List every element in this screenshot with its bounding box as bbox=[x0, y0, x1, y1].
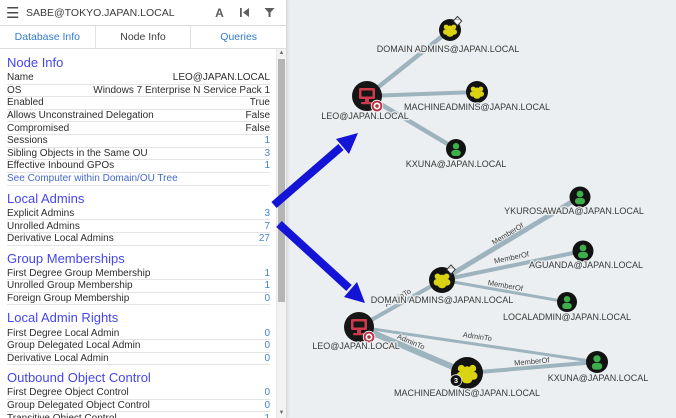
node-computer-leo-bottom[interactable] bbox=[344, 312, 375, 343]
section-group-memberships: Group Memberships First Degree Group Mem… bbox=[7, 251, 270, 306]
tab-queries[interactable]: Queries bbox=[191, 26, 286, 48]
info-row: Group Delegated Object Control0 bbox=[7, 400, 270, 413]
info-row: Unrolled Admins7 bbox=[7, 220, 270, 233]
info-row: First Degree Object Control0 bbox=[7, 387, 270, 400]
info-row: Derivative Local Admin0 bbox=[7, 353, 270, 366]
node-group-domain-admins-top[interactable] bbox=[439, 17, 462, 42]
node-group-domain-admins-bottom[interactable] bbox=[429, 265, 455, 293]
search-bar: ☰ A bbox=[0, 0, 286, 26]
node-user-kxuna-bottom[interactable] bbox=[586, 351, 608, 373]
node-label-leo-bottom: LEO@JAPAN.LOCAL bbox=[312, 341, 400, 351]
node-label-localadmin: LOCALADMIN@JAPAN.LOCAL bbox=[503, 312, 631, 322]
section-title: Outbound Object Control bbox=[7, 370, 270, 385]
svg-text:3: 3 bbox=[454, 376, 458, 385]
info-row: OSWindows 7 Enterprise N Service Pack 1 bbox=[7, 85, 270, 98]
scrollbar-thumb[interactable] bbox=[278, 59, 285, 302]
info-row: Sessions1 bbox=[7, 135, 270, 148]
section-node-info: Node Info NameLEO@JAPAN.LOCAL OSWindows … bbox=[7, 55, 270, 186]
search-input[interactable] bbox=[26, 7, 213, 19]
node-label-domain-admins-top: DOMAIN ADMINS@JAPAN.LOCAL bbox=[377, 44, 520, 54]
info-row: Allows Unconstrained DelegationFalse bbox=[7, 110, 270, 123]
filter-icon[interactable] bbox=[263, 6, 276, 19]
node-label-ykurosawada: YKUROSAWADA@JAPAN.LOCAL bbox=[504, 206, 644, 216]
info-row: Transitive Object Control1 bbox=[7, 412, 270, 418]
info-row: Unrolled Group Membership1 bbox=[7, 280, 270, 293]
info-row: Foreign Group Membership0 bbox=[7, 293, 270, 306]
tab-bar: Database Info Node Info Queries bbox=[0, 26, 286, 49]
info-row: Derivative Local Admins27 bbox=[7, 233, 270, 246]
tab-database-info[interactable]: Database Info bbox=[0, 26, 96, 48]
edge-leo-machineadmins-top[interactable] bbox=[367, 92, 477, 96]
panel-scrollbar[interactable]: ▲ ▼ bbox=[276, 49, 286, 418]
node-user-aguanda[interactable] bbox=[573, 241, 594, 262]
scroll-down-arrow[interactable]: ▼ bbox=[277, 409, 286, 418]
pathfinding-icon[interactable]: A bbox=[213, 6, 226, 19]
info-row: Sibling Objects in the Same OU3 bbox=[7, 148, 270, 161]
info-row: Explicit Admins3 bbox=[7, 208, 270, 221]
edge-leo-domainadmins-top[interactable] bbox=[367, 30, 450, 96]
node-label-domain-admins-bottom: DOMAIN ADMINS@JAPAN.LOCAL bbox=[371, 295, 514, 305]
node-label-machineadmins-top: MACHINEADMINS@JAPAN.LOCAL bbox=[404, 102, 550, 112]
info-row: EnabledTrue bbox=[7, 97, 270, 110]
section-title: Local Admin Rights bbox=[7, 310, 270, 325]
node-label-machineadmins-bottom: MACHINEADMINS@JAPAN.LOCAL bbox=[394, 388, 540, 398]
node-group-machineadmins-bottom[interactable]: 3 bbox=[450, 357, 483, 389]
info-row: NameLEO@JAPAN.LOCAL bbox=[7, 72, 270, 85]
node-label-leo-top: LEO@JAPAN.LOCAL bbox=[321, 111, 409, 121]
section-local-admin-rights: Local Admin Rights First Degree Local Ad… bbox=[7, 310, 270, 365]
group-count-badge: 3 bbox=[450, 375, 462, 387]
section-outbound-object-control: Outbound Object Control First Degree Obj… bbox=[7, 370, 270, 418]
node-label-aguanda: AGUANDA@JAPAN.LOCAL bbox=[529, 260, 643, 270]
section-local-admins: Local Admins Explicit Admins3 Unrolled A… bbox=[7, 191, 270, 246]
see-computer-tree-link[interactable]: See Computer within Domain/OU Tree bbox=[7, 173, 270, 186]
tab-node-info[interactable]: Node Info bbox=[96, 26, 192, 48]
section-title: Node Info bbox=[7, 55, 270, 70]
section-title: Local Admins bbox=[7, 191, 270, 206]
scroll-up-arrow[interactable]: ▲ bbox=[277, 49, 286, 58]
info-row: CompromisedFalse bbox=[7, 122, 270, 135]
node-label-kxuna-bottom: KXUNA@JAPAN.LOCAL bbox=[548, 373, 649, 383]
menu-icon[interactable]: ☰ bbox=[6, 4, 26, 22]
node-info-content: Node Info NameLEO@JAPAN.LOCAL OSWindows … bbox=[0, 50, 276, 418]
node-user-kxuna-top[interactable] bbox=[446, 139, 466, 159]
edge-label-adminto-kxuna: AdminTo bbox=[462, 330, 492, 343]
node-user-localadmin[interactable] bbox=[557, 292, 577, 312]
info-row: Group Delegated Local Admin0 bbox=[7, 340, 270, 353]
section-title: Group Memberships bbox=[7, 251, 270, 266]
info-row: First Degree Local Admin0 bbox=[7, 327, 270, 340]
node-group-machineadmins-top[interactable] bbox=[466, 81, 488, 103]
node-user-ykurosawada[interactable] bbox=[570, 187, 591, 208]
node-label-kxuna-top: KXUNA@JAPAN.LOCAL bbox=[406, 159, 507, 169]
info-panel: ☰ A Database Info Node Info Queries Node… bbox=[0, 0, 287, 418]
back-icon[interactable] bbox=[238, 6, 251, 19]
info-row: First Degree Group Membership1 bbox=[7, 268, 270, 281]
info-row: Effective Inbound GPOs1 bbox=[7, 160, 270, 173]
